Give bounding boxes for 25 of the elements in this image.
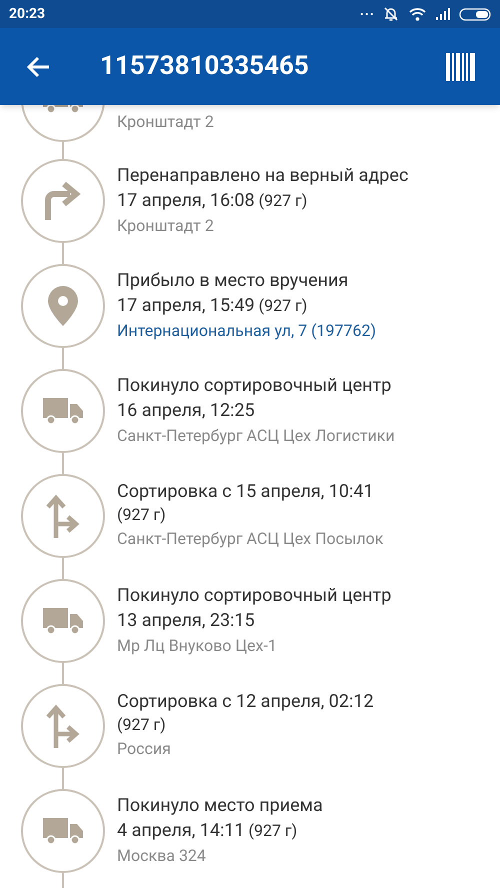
event-location: Мр Лц Внуково Цех-1 xyxy=(117,634,278,656)
event-date: 17 апреля, 16:08 (927 г) xyxy=(117,188,308,212)
event-weight: (927 г) xyxy=(117,714,167,736)
event-title: Прибыло в место вручения xyxy=(117,268,350,292)
event-location: Кронштадт 2 xyxy=(117,214,215,236)
event-location: Кронштадт 2 xyxy=(117,111,214,133)
event-location: Москва 324 xyxy=(117,844,207,866)
event-location: Санкт-Петербург АСЦ Цех Посылок xyxy=(117,528,384,550)
event-title: Покинуло место приема xyxy=(117,794,323,818)
event-date: 16 апреля, 12:25 xyxy=(117,398,256,422)
event-location: Санкт-Петербург АСЦ Цех Логистики xyxy=(117,424,395,446)
more-notifications: ... xyxy=(360,4,375,18)
event-date: 17 апреля, 15:49 (927 г) xyxy=(117,294,308,318)
address-link[interactable]: Интернациональная ул, 7 (197762) xyxy=(117,318,376,344)
event-title: Покинуло сортировочный центр xyxy=(117,584,392,608)
event-title: Сортировка с 15 апреля, 10:41 xyxy=(117,480,375,504)
event-location: Россия xyxy=(117,738,172,760)
event-title: Перенаправлено на верный адрес xyxy=(117,164,408,188)
event-title: Покинуло сортировочный центр xyxy=(117,374,392,398)
event-date: 4 апреля, 14:11 (927 г) xyxy=(117,818,298,842)
event-weight: (927 г) xyxy=(117,504,167,526)
event-title: Сортировка с 12 апреля, 02:12 xyxy=(117,690,374,714)
clock: 20:23 xyxy=(9,4,46,24)
event-date: 13 апреля, 23:15 xyxy=(117,608,256,632)
tracking-number: 11573810335465 xyxy=(100,50,309,83)
